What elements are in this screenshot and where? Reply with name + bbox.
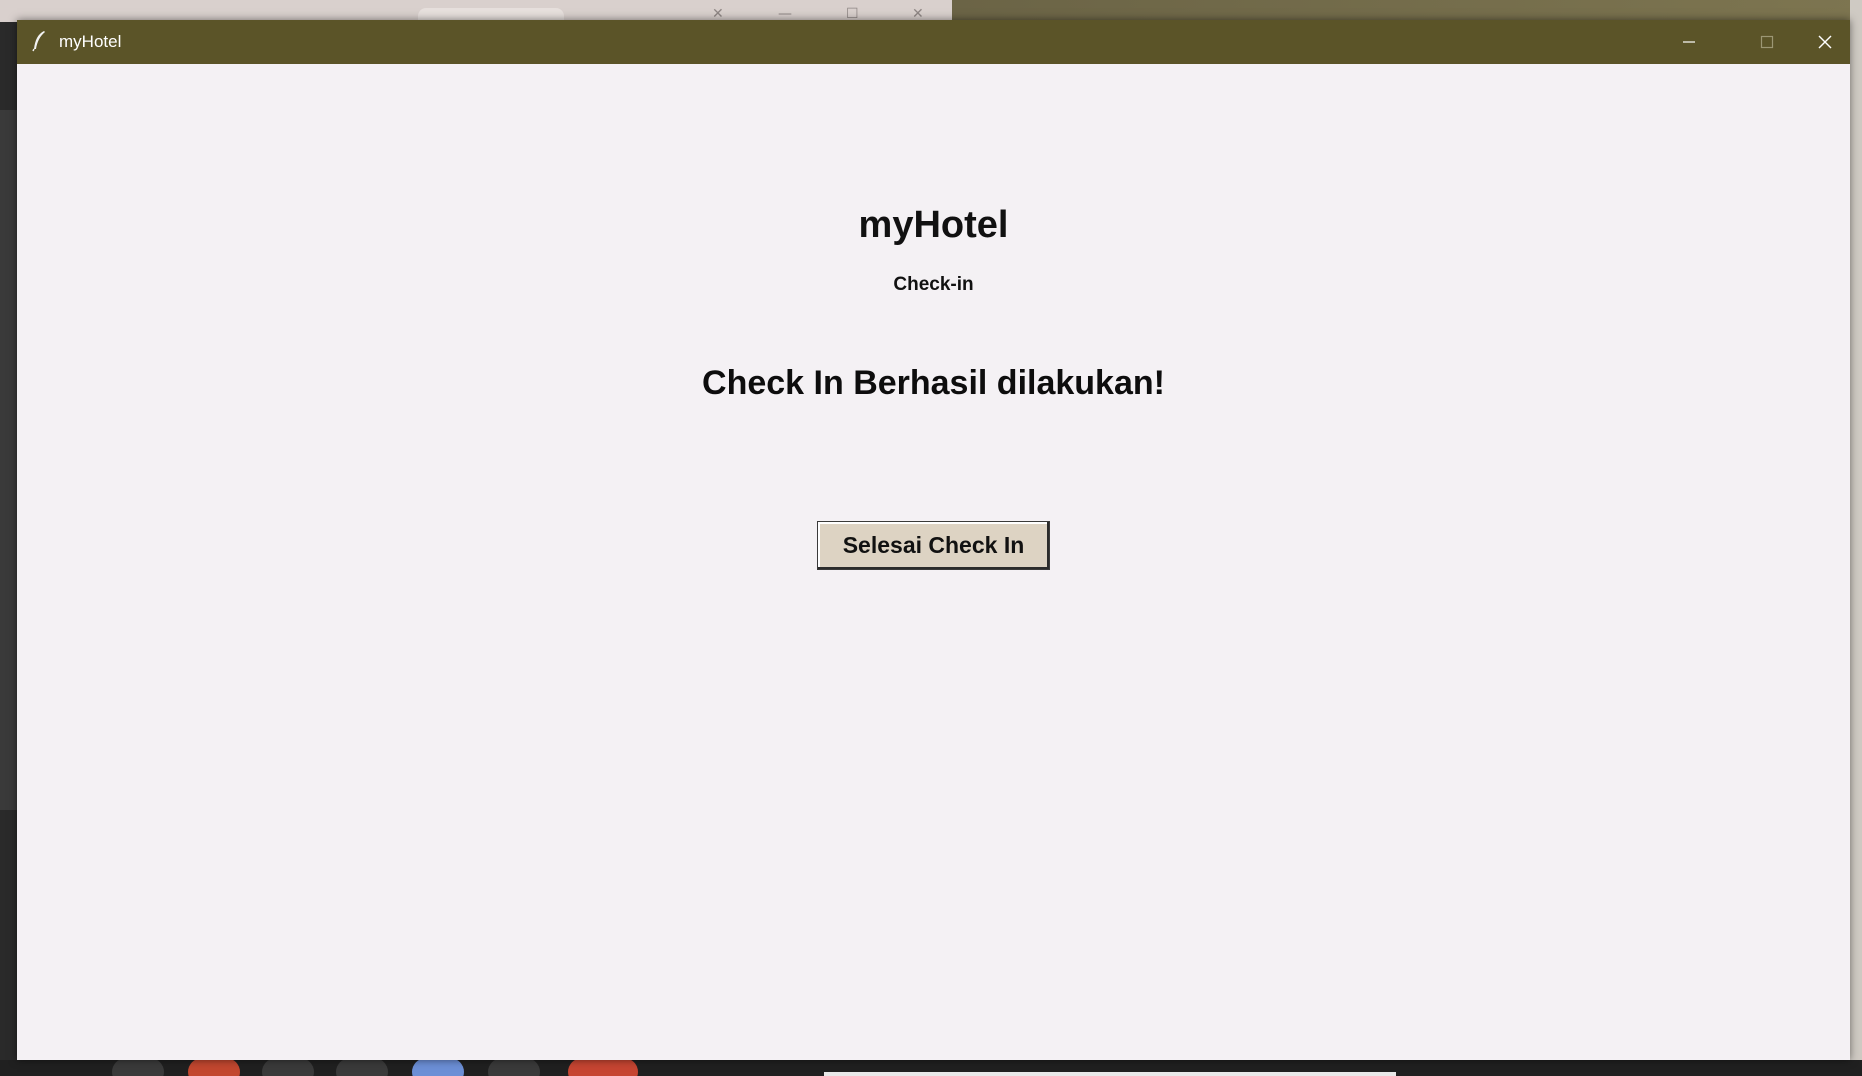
dock-icon[interactable]: [568, 1058, 638, 1076]
desktop-background-top: [0, 0, 1862, 22]
main-content: myHotel Check-in Check In Berhasil dilak…: [17, 64, 1850, 1060]
maximize-icon: [1760, 35, 1774, 49]
app-window: myHotel myHotel Check-in Check In Berhas…: [17, 20, 1850, 1060]
desktop-background-right: [1850, 0, 1862, 1076]
dock-icon[interactable]: [412, 1058, 464, 1076]
minimize-button[interactable]: [1657, 20, 1721, 64]
page-subtitle: Check-in: [893, 274, 974, 295]
success-message: Check In Berhasil dilakukan!: [702, 364, 1165, 402]
dock-icon[interactable]: [488, 1058, 540, 1076]
dock-icon[interactable]: [112, 1058, 164, 1076]
close-icon: [1818, 35, 1831, 49]
title-bar[interactable]: myHotel: [17, 20, 1850, 64]
dock-icon[interactable]: [262, 1058, 314, 1076]
dock-icon[interactable]: [188, 1058, 240, 1076]
finish-check-in-button[interactable]: Selesai Check In: [818, 522, 1049, 569]
minimize-icon: [1683, 41, 1695, 43]
desktop-background-strip: [0, 110, 17, 810]
window-title: myHotel: [59, 32, 122, 51]
page-title: myHotel: [858, 204, 1009, 246]
dock-icon[interactable]: [336, 1058, 388, 1076]
close-button[interactable]: [1799, 20, 1850, 64]
desktop-taskbar-strip: [824, 1072, 1396, 1076]
feather-icon: [32, 31, 45, 52]
maximize-button[interactable]: [1735, 20, 1799, 64]
